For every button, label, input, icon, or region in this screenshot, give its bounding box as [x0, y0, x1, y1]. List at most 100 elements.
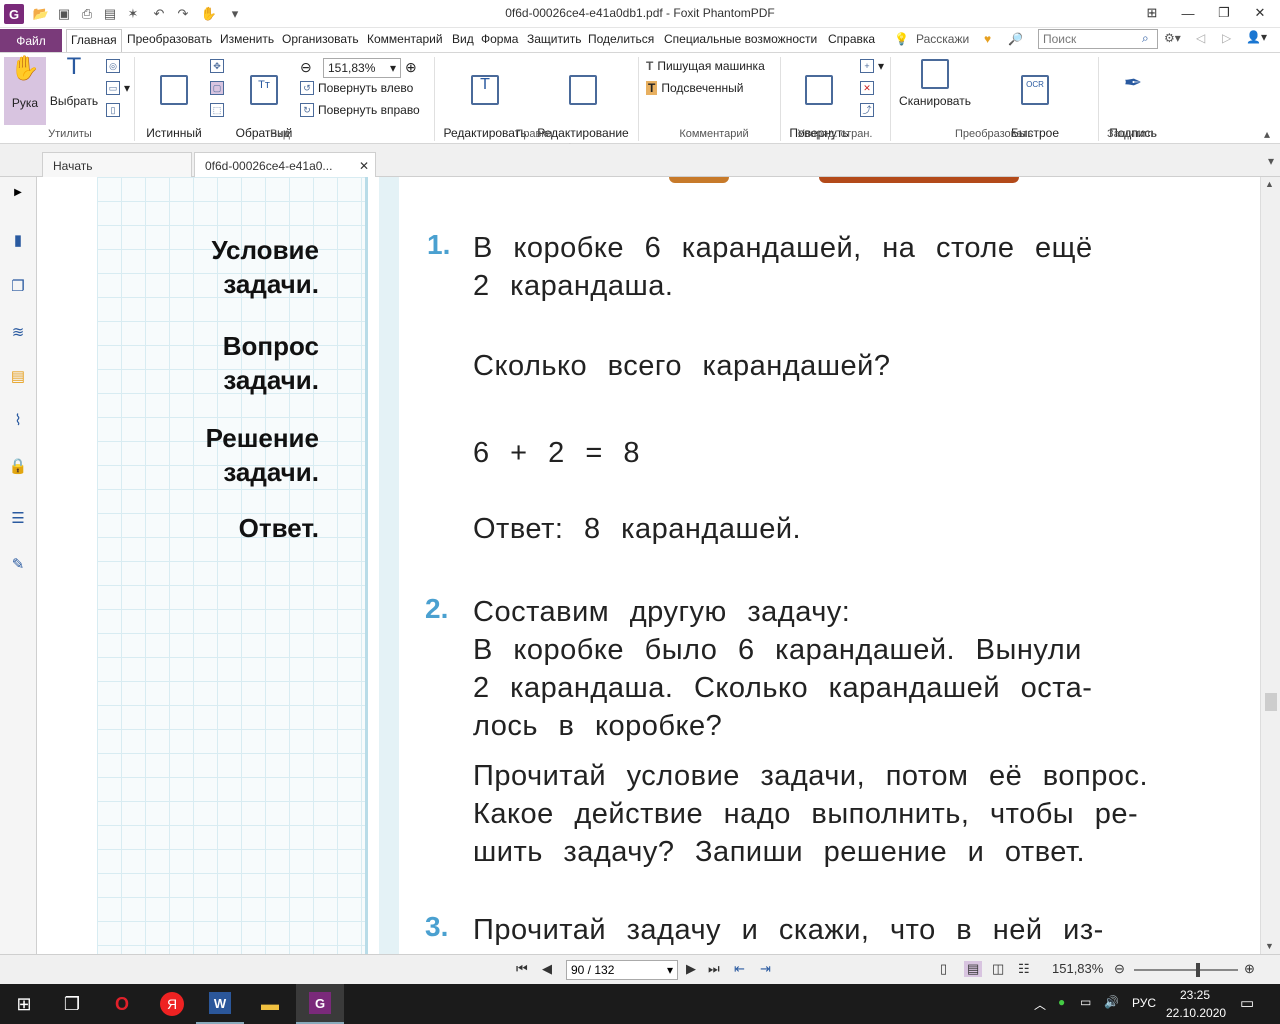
- attachment-icon[interactable]: ⌇: [8, 409, 28, 431]
- continuous-facing-icon[interactable]: ☷: [1018, 961, 1030, 977]
- tell-me[interactable]: Расскажи: [916, 32, 969, 46]
- first-page-icon[interactable]: ⏮: [516, 961, 528, 977]
- fit-page-button[interactable]: ✥: [210, 59, 224, 73]
- heart-icon[interactable]: ♥: [984, 32, 991, 46]
- select-button[interactable]: T Выбрать: [48, 55, 100, 109]
- close-tab-icon[interactable]: ✕: [359, 159, 369, 173]
- pages-icon[interactable]: ❐: [8, 275, 28, 297]
- scroll-down-icon[interactable]: ▼: [1265, 941, 1274, 951]
- foxit-taskbar-icon[interactable]: G: [296, 984, 344, 1024]
- file-explorer-icon[interactable]: ▬: [246, 984, 294, 1024]
- tab-view[interactable]: Вид: [452, 32, 474, 46]
- fit-width-button[interactable]: ▢: [210, 81, 224, 95]
- scroll-thumb[interactable]: [1265, 693, 1277, 711]
- tab-help[interactable]: Справка: [828, 32, 875, 46]
- network-icon[interactable]: ▭: [1080, 995, 1091, 1009]
- zoom-slider-thumb[interactable]: [1196, 963, 1200, 977]
- layout-icon[interactable]: ⊞: [1134, 0, 1170, 26]
- actual-size-button[interactable]: Истинный размер: [140, 59, 208, 157]
- tabs-dropdown-icon[interactable]: ▾: [1268, 154, 1274, 168]
- next-view-icon[interactable]: ⇥: [760, 961, 771, 977]
- snapshot-button[interactable]: ◎: [106, 59, 120, 73]
- zoom-level[interactable]: 151,83%: [1052, 961, 1103, 976]
- collapse-ribbon-icon[interactable]: ▴: [1264, 127, 1270, 141]
- restore-button[interactable]: ❐: [1206, 0, 1242, 26]
- insert-page-button[interactable]: + ▾: [860, 59, 884, 73]
- tab-form[interactable]: Форма: [481, 32, 518, 46]
- zoom-in-icon[interactable]: ⊕: [1244, 961, 1255, 977]
- fit-visible-button[interactable]: ⬚: [210, 103, 224, 117]
- file-menu[interactable]: Файл: [0, 29, 62, 52]
- next-page-icon[interactable]: ▶: [686, 961, 696, 977]
- edit-text-button[interactable]: T Редактировать текст: [440, 59, 530, 157]
- facing-page-icon[interactable]: ◫: [992, 961, 1004, 977]
- clock-date[interactable]: 22.10.2020: [1166, 1006, 1226, 1020]
- opera-icon[interactable]: O: [98, 984, 146, 1024]
- close-button[interactable]: ✕: [1242, 0, 1278, 26]
- last-page-icon[interactable]: ⏭: [708, 961, 720, 977]
- rotate-pages-button[interactable]: Повернуть страницы: [784, 59, 854, 157]
- tab-comment[interactable]: Комментарий: [367, 32, 443, 46]
- zoom-select[interactable]: 151,83% ▾: [323, 58, 401, 78]
- edit-objects-button[interactable]: Редактирование объектов: [534, 59, 632, 157]
- tab-home[interactable]: Главная: [66, 29, 122, 53]
- expand-panel-icon[interactable]: ▶: [8, 181, 28, 203]
- layers-icon[interactable]: ≋: [8, 321, 28, 343]
- zoom-out-button[interactable]: ⊖: [300, 59, 312, 76]
- fields-icon[interactable]: ☰: [8, 507, 28, 529]
- delete-page-button[interactable]: ✕: [860, 81, 874, 95]
- windows-start-icon[interactable]: ⊞: [0, 984, 48, 1024]
- highlight-button[interactable]: T Подсвеченный: [646, 81, 743, 95]
- yandex-browser-icon[interactable]: Я: [148, 984, 196, 1024]
- word-icon[interactable]: W: [196, 984, 244, 1024]
- tab-document[interactable]: 0f6d-00026ce4-e41a0... ✕: [194, 152, 376, 178]
- rotate-left-button[interactable]: ↺ Повернуть влево: [300, 81, 413, 95]
- clipboard-button[interactable]: ▭ ▾: [106, 81, 130, 95]
- document-view[interactable]: Условие задачи. Вопрос задачи. Решение з…: [37, 177, 1260, 954]
- zoom-slider[interactable]: [1134, 969, 1238, 971]
- scroll-up-icon[interactable]: ▲: [1265, 179, 1274, 189]
- tab-organize[interactable]: Организовать: [282, 32, 359, 46]
- tab-edit[interactable]: Изменить: [220, 32, 274, 46]
- comments-icon[interactable]: ▤: [8, 365, 28, 387]
- continuous-page-icon[interactable]: ▤: [964, 961, 983, 977]
- bookmark-icon[interactable]: ▮: [8, 229, 28, 251]
- minimize-button[interactable]: —: [1170, 0, 1206, 26]
- volume-icon[interactable]: 🔊: [1104, 995, 1119, 1009]
- zoom-out-icon[interactable]: ⊖: [1114, 961, 1125, 977]
- tab-convert[interactable]: Преобразовать: [127, 32, 212, 46]
- tab-start[interactable]: Начать: [42, 152, 192, 178]
- clock-time[interactable]: 23:25: [1180, 988, 1210, 1002]
- vertical-scrollbar[interactable]: ▲ ▼: [1260, 177, 1280, 954]
- search-input[interactable]: Поиск: [1038, 29, 1158, 49]
- tab-protect[interactable]: Защитить: [527, 32, 581, 46]
- page-button[interactable]: ▯: [106, 103, 120, 117]
- typewriter-button[interactable]: T Пишущая машинка: [646, 59, 765, 73]
- find-folder-icon[interactable]: 🔎: [1008, 32, 1023, 46]
- tab-accessibility[interactable]: Специальные возможности: [664, 32, 817, 46]
- language-indicator[interactable]: РУС: [1132, 996, 1156, 1010]
- tray-expand-icon[interactable]: ︿: [1034, 996, 1046, 1013]
- lock-icon[interactable]: 🔒: [8, 455, 28, 477]
- forward-icon[interactable]: ▷: [1222, 31, 1231, 45]
- single-page-icon[interactable]: ▯: [940, 961, 947, 977]
- previous-page-icon[interactable]: ◀: [542, 961, 552, 977]
- page-number-input[interactable]: 90 / 132 ▾: [566, 960, 678, 980]
- settings-icon[interactable]: ⚙▾: [1164, 31, 1181, 45]
- hand-button[interactable]: ✋ Рука: [4, 57, 46, 125]
- zoom-in-button[interactable]: ⊕: [405, 59, 417, 76]
- scan-button[interactable]: Сканировать: [894, 59, 976, 109]
- search-icon[interactable]: ⌕: [1142, 31, 1149, 46]
- task-view-icon[interactable]: ❐: [48, 984, 96, 1024]
- reverse-order-button[interactable]: Tт Обратный порядок: [232, 59, 296, 157]
- sign-pdf-button[interactable]: ✒ Подпись PDF: [1104, 59, 1162, 157]
- tab-share[interactable]: Поделиться: [588, 32, 654, 46]
- previous-view-icon[interactable]: ⇤: [734, 961, 745, 977]
- signature-icon[interactable]: ✎: [8, 553, 28, 575]
- notifications-icon[interactable]: ▭: [1240, 994, 1254, 1012]
- extract-page-button[interactable]: ⤴: [860, 103, 874, 117]
- user-icon[interactable]: 👤▾: [1246, 30, 1267, 44]
- tray-app-icon[interactable]: ●: [1058, 995, 1065, 1009]
- rotate-right-button[interactable]: ↻ Повернуть вправо: [300, 103, 420, 117]
- back-icon[interactable]: ◁: [1196, 31, 1205, 45]
